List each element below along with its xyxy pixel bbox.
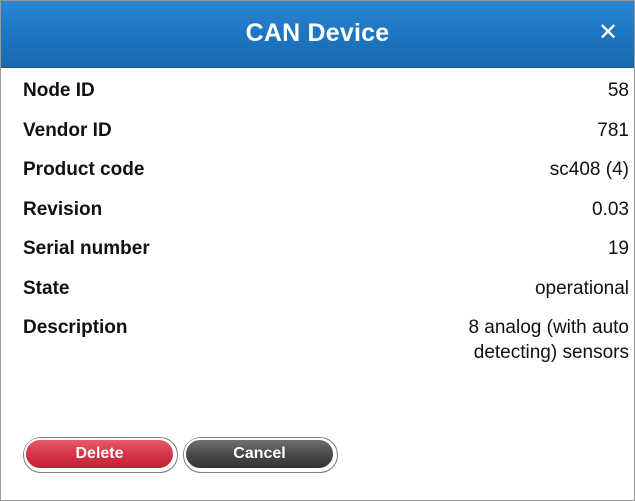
row-vendor-id: Vendor ID 781 <box>23 120 629 160</box>
field-label: Description <box>23 317 128 338</box>
field-label: Serial number <box>23 238 150 259</box>
dialog-titlebar: CAN Device ✕ <box>1 1 634 68</box>
row-product-code: Product code sc408 (4) <box>23 159 629 199</box>
cancel-button[interactable]: Cancel <box>184 438 335 470</box>
delete-button-frame: Delete <box>23 437 178 473</box>
field-value: 8 analog (with auto detecting) sensors <box>468 317 629 363</box>
cancel-button-frame: Cancel <box>183 437 338 473</box>
close-icon[interactable]: ✕ <box>594 18 622 48</box>
field-value: operational <box>534 277 629 299</box>
field-label: Product code <box>23 159 145 180</box>
field-value: 58 <box>607 80 629 101</box>
can-device-dialog: CAN Device ✕ Node ID 58 Vendor ID 781 Pr… <box>0 0 635 501</box>
field-value: 0.03 <box>592 198 629 220</box>
delete-button[interactable]: Delete <box>24 438 175 470</box>
field-label: Node ID <box>23 80 95 101</box>
field-label: State <box>23 277 70 299</box>
row-serial-number: Serial number 19 <box>23 238 629 278</box>
dialog-title: CAN Device <box>245 19 390 47</box>
field-value: sc408 (4) <box>549 159 629 180</box>
field-value: 781 <box>597 119 629 141</box>
field-label: Vendor ID <box>23 119 112 141</box>
row-state: State operational <box>23 278 629 318</box>
row-description: Description 8 analog (with auto detectin… <box>23 317 629 363</box>
device-properties: Node ID 58 Vendor ID 781 Product code sc… <box>23 80 629 363</box>
row-node-id: Node ID 58 <box>23 80 629 120</box>
field-value: 19 <box>607 238 629 259</box>
row-revision: Revision 0.03 <box>23 199 629 239</box>
field-label: Revision <box>23 198 103 220</box>
